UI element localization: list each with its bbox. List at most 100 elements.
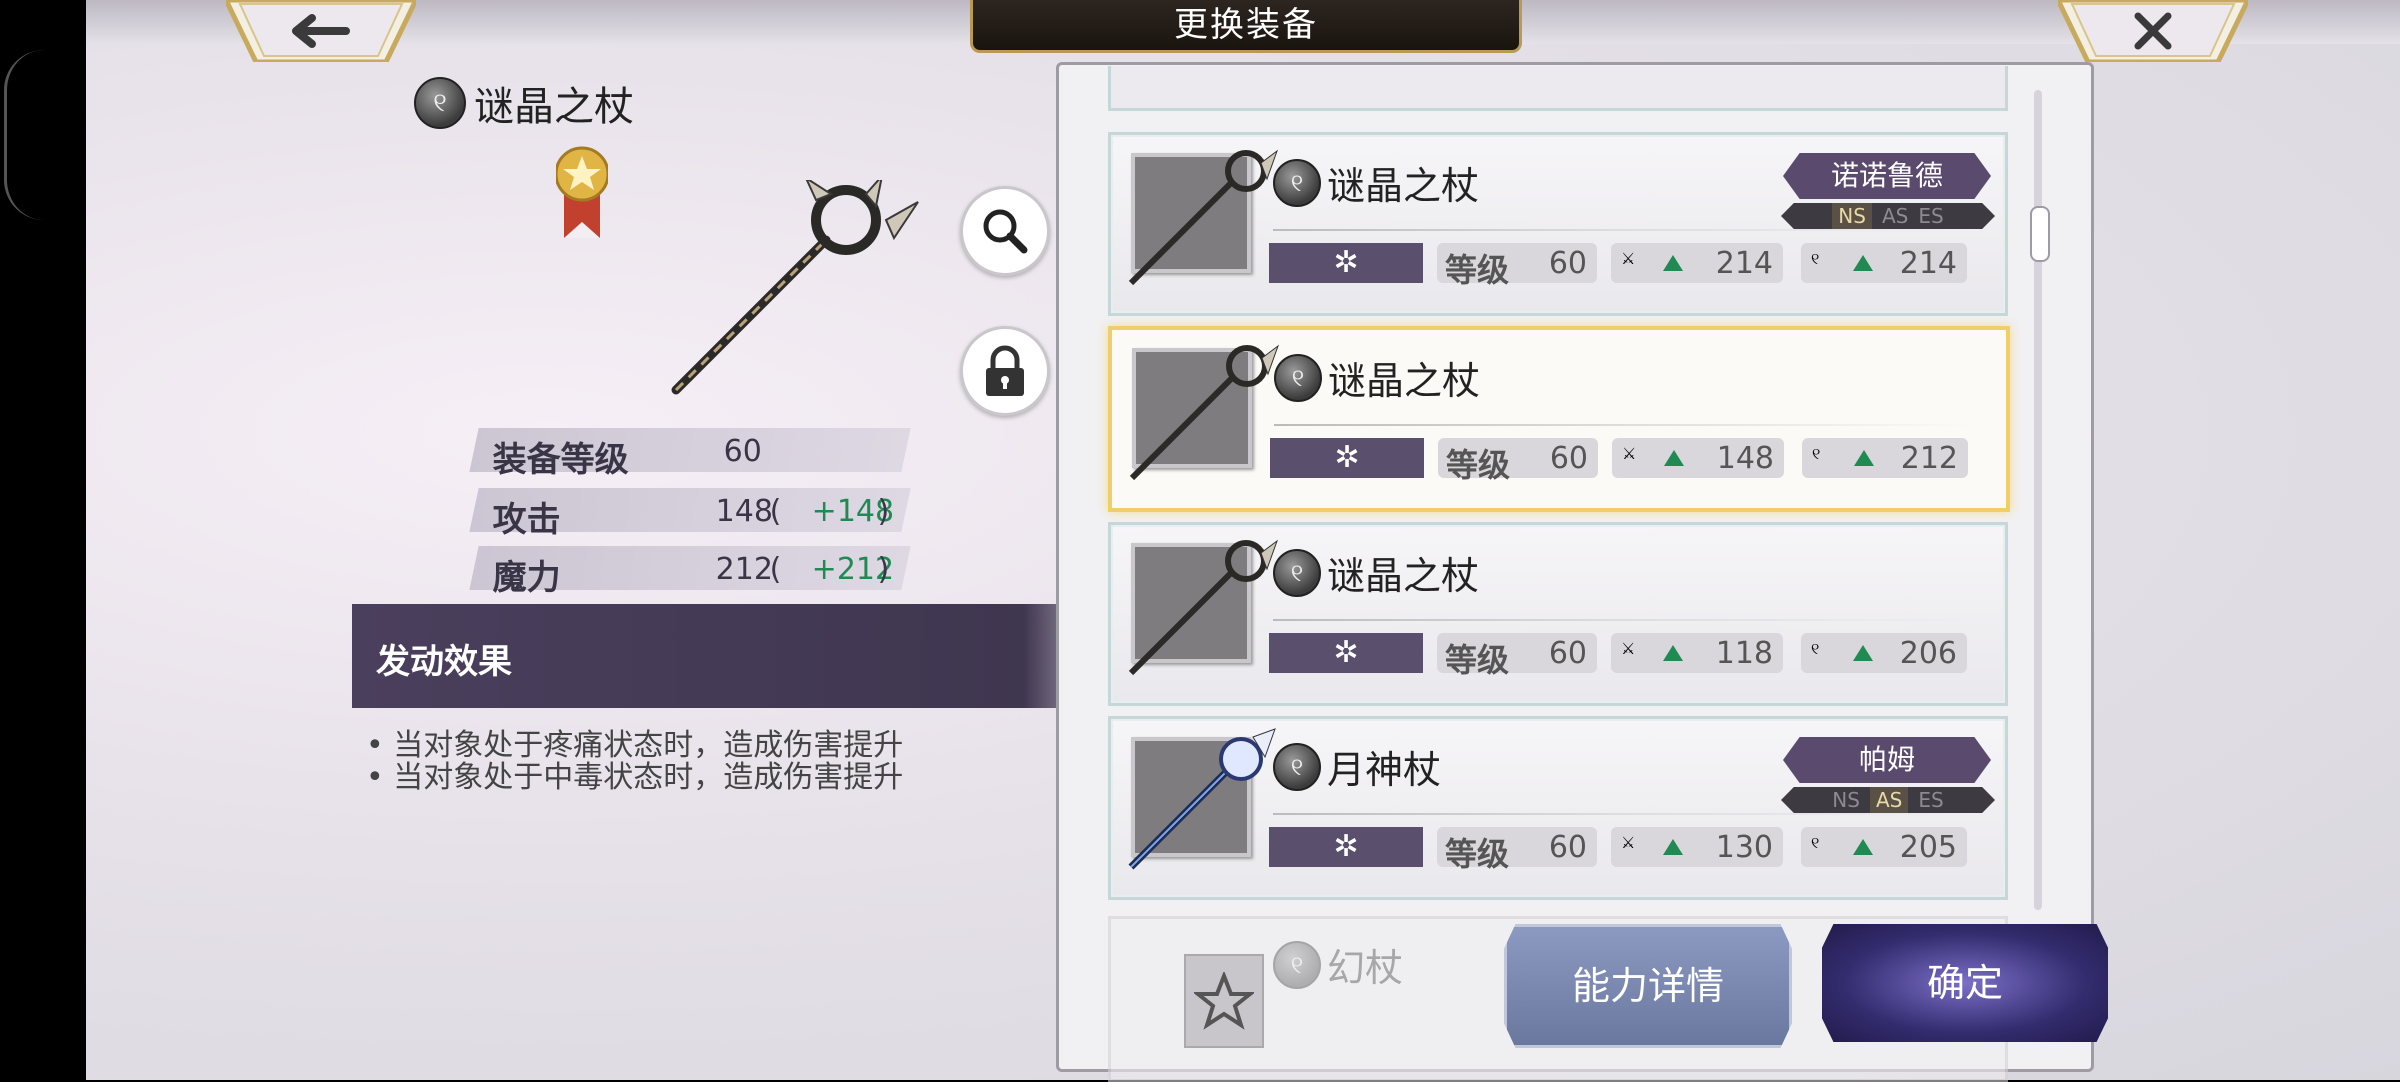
equipment-name-text: 谜晶之杖 [474,84,634,130]
divider [1273,229,1973,231]
level-pill: 等级 60 [1438,438,1598,484]
up-arrow-icon [1854,450,1874,466]
level-value: 60 [1548,830,1587,865]
favorite-button[interactable] [1184,954,1264,1048]
star-slot-icon: ✲ [1269,633,1423,673]
ability-details-button[interactable]: 能力详情 [1504,924,1792,1048]
magic-value: 206 [1899,636,1957,671]
stat-value: 212 [715,552,773,587]
magic-pill: ୧ 205 [1801,827,1967,867]
item-name-text: 幻杖 [1327,946,1404,990]
magic-pill: ୧ 214 [1801,243,1967,283]
mode-ns: NS [1832,788,1860,812]
staff-type-icon: ୧ [1274,353,1322,402]
scrollbar-thumb[interactable] [2030,206,2050,262]
level-pill: 等级 60 [1437,633,1597,679]
sword-icon: ⚔ [1621,249,1636,268]
stat-label: 魔力 [492,558,561,598]
bracket-close: ) [877,494,890,529]
bracket-open: ( [769,552,782,587]
level-value: 60 [1548,246,1587,281]
item-name: ୧ 幻杖 [1273,937,1403,992]
star-slot-icon: ✲ [1269,827,1423,867]
lock-button[interactable] [960,326,1050,416]
close-button[interactable] [2055,0,2251,65]
level-label: 等级 [1446,446,1511,484]
stat-row-attack: 攻击 148 ( +148 ) [469,488,911,540]
sword-icon: ⚔ [1621,639,1636,658]
item-name-text: 月神杖 [1327,748,1442,792]
left-edge [0,0,86,1080]
mode-indicator: NS AS ES [1781,203,1995,229]
item-name-text: 谜晶之杖 [1327,554,1480,598]
confirm-button[interactable]: 确定 [1822,924,2108,1042]
bracket-open: ( [769,494,782,529]
item-name: ୧ 谜晶之杖 [1273,155,1479,210]
effect-text: 当对象处于中毒状态时，造成伤害提升 [393,760,904,795]
list-item[interactable]: ୧ 月神杖 帕姆 NS AS ES ✲ 等级 60 ⚔ 130 ୧ 205 [1108,716,2008,900]
lock-icon [986,345,1024,396]
star-slot-icon: ✲ [1269,243,1423,283]
staff-image [671,180,919,395]
item-name-text: 谜晶之杖 [1327,164,1480,208]
magic-value: 212 [1900,441,1958,476]
staff-thumb-icon [1129,344,1280,481]
staff-thumb-icon [1128,539,1279,676]
level-value: 60 [1549,441,1588,476]
mode-ns: NS [1832,203,1872,229]
list-item-selected[interactable]: ୧ 谜晶之杖 ✲ 等级 60 ⚔ 148 ୧ 212 [1108,326,2010,512]
attack-pill: ⚔ 214 [1611,243,1783,283]
mode-as: AS [1881,204,1909,228]
staff-type-icon: ୧ [1273,742,1321,791]
attack-pill: ⚔ 130 [1611,827,1783,867]
zoom-button[interactable] [960,186,1050,276]
owner-tag: 帕姆 [1783,737,1991,783]
staff-type-icon: ୧ [1273,158,1321,207]
moon-staff-thumb-icon [1128,728,1276,870]
staff-icon: ୧ [1811,639,1820,658]
owner-name: 帕姆 [1783,737,1991,783]
item-name: ୧ 谜晶之杖 [1273,545,1479,600]
stat-label: 装备等级 [492,440,629,480]
item-name-text: 谜晶之杖 [1328,359,1481,403]
divider [1274,424,1974,426]
list-item-partial-top [1108,66,2008,111]
list-item[interactable]: ୧ 谜晶之杖 诺诺鲁德 NS AS ES ✲ 等级 60 ⚔ 214 ୧ 214 [1108,132,2008,316]
item-name: ୧ 谜晶之杖 [1274,350,1480,405]
attack-value: 130 [1715,830,1773,865]
equipment-name: ୧ 谜晶之杖 [414,74,634,132]
stat-label: 攻击 [492,500,561,540]
up-arrow-icon [1663,839,1683,855]
staff-type-icon: ୧ [1273,548,1321,597]
staff-type-icon: ୧ [414,77,466,129]
stat-value: 60 [723,434,762,469]
magic-value: 205 [1899,830,1957,865]
attack-pill: ⚔ 148 [1612,438,1784,478]
mode-es: ES [1918,788,1944,812]
owner-tag: 诺诺鲁德 [1783,153,1991,199]
sword-icon: ⚔ [1621,833,1636,852]
staff-thumb-icon [1128,149,1279,286]
level-label: 等级 [1445,641,1510,679]
up-arrow-icon [1853,645,1873,661]
list-item[interactable]: ୧ 谜晶之杖 ✲ 等级 60 ⚔ 118 ୧ 206 [1108,522,2008,706]
staff-type-icon: ୧ [1273,940,1321,989]
divider [1273,813,1973,815]
level-pill: 等级 60 [1437,827,1597,873]
device-edge-curve [4,50,47,220]
stat-row-magic: 魔力 212 ( +212 ) [469,546,911,598]
up-arrow-icon [1664,450,1684,466]
attack-value: 214 [1715,246,1773,281]
back-button[interactable] [223,0,419,65]
staff-icon: ୧ [1811,833,1820,852]
up-arrow-icon [1663,645,1683,661]
mode-indicator: NS AS ES [1781,787,1995,813]
level-label: 等级 [1445,251,1510,289]
effect-line: • 当对象处于中毒状态时，造成伤害提升 [366,760,904,795]
star-outline-icon [1194,972,1254,1030]
up-arrow-icon [1663,255,1683,271]
bracket-close: ) [877,552,890,587]
staff-icon: ୧ [1811,249,1820,268]
sword-icon: ⚔ [1622,444,1637,463]
stat-row-level: 装备等级 60 [469,428,911,480]
